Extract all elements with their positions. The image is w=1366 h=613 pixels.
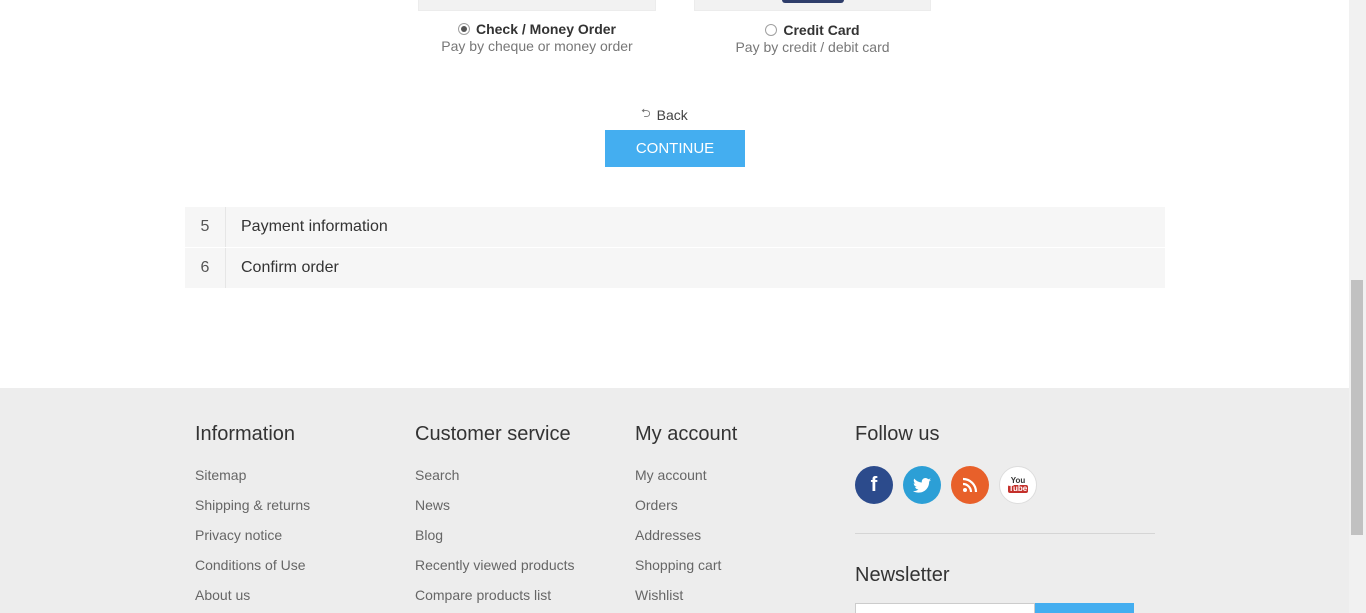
- payment-method-description: Pay by credit / debit card: [735, 39, 890, 55]
- footer-heading: Information: [195, 423, 296, 445]
- footer-link-compare-products[interactable]: Compare products list: [415, 587, 575, 603]
- footer-heading: Follow us: [855, 423, 940, 445]
- back-label: Back: [656, 106, 688, 123]
- continue-button[interactable]: CONTINUE: [605, 130, 745, 167]
- footer: Information Sitemap Shipping & returns P…: [0, 388, 1349, 613]
- footer-my-account: My account My account Orders Addresses S…: [635, 423, 737, 613]
- checkout-page: Check / Money Order Pay by cheque or mon…: [0, 0, 1349, 613]
- credit-card-radio[interactable]: [765, 24, 778, 36]
- payment-method-label: Check / Money Order: [475, 21, 617, 37]
- footer-link-news[interactable]: News: [415, 497, 575, 513]
- footer-link-shopping-cart[interactable]: Shopping cart: [635, 557, 737, 573]
- payment-method-cc-option[interactable]: Credit Card: [694, 22, 931, 38]
- facebook-icon[interactable]: f: [855, 466, 893, 504]
- social-links: f You Tube: [855, 466, 1155, 504]
- footer-customer-service: Customer service Search News Blog Recent…: [415, 423, 575, 613]
- footer-link-orders[interactable]: Orders: [635, 497, 737, 513]
- footer-link-my-account[interactable]: My account: [635, 467, 737, 483]
- footer-heading: Customer service: [415, 423, 571, 445]
- twitter-icon[interactable]: [903, 466, 941, 504]
- step-number: 5: [185, 207, 226, 247]
- footer-link-conditions-of-use[interactable]: Conditions of Use: [195, 557, 310, 573]
- footer-follow-us: Follow us f YouTube Newsletter SUBSCRIBE: [855, 423, 1155, 613]
- step-title: Payment information: [241, 218, 388, 235]
- rss-icon[interactable]: [951, 466, 989, 504]
- footer-link-search[interactable]: Search: [415, 467, 575, 483]
- newsletter-title: Newsletter: [855, 564, 950, 586]
- footer-information: Information Sitemap Shipping & returns P…: [195, 423, 310, 613]
- footer-link-addresses[interactable]: Addresses: [635, 527, 737, 543]
- footer-link-about-us[interactable]: About us: [195, 587, 310, 603]
- step-number: 6: [185, 248, 226, 288]
- subscribe-button[interactable]: SUBSCRIBE: [1035, 603, 1134, 613]
- footer-link-shipping-returns[interactable]: Shipping & returns: [195, 497, 310, 513]
- footer-link-sitemap[interactable]: Sitemap: [195, 467, 310, 483]
- payment-method-check-option[interactable]: Check / Money Order: [418, 21, 656, 37]
- payment-method-image: [418, 0, 656, 11]
- footer-link-recently-viewed[interactable]: Recently viewed products: [415, 557, 575, 573]
- scrollbar-thumb[interactable]: [1351, 280, 1363, 535]
- credit-card-image: [782, 0, 844, 3]
- newsletter-form: SUBSCRIBE: [855, 603, 1155, 613]
- checkout-step-confirm-order[interactable]: 6 Confirm order: [185, 248, 1165, 288]
- vertical-scrollbar[interactable]: [1349, 0, 1366, 613]
- checkout-step-payment-info[interactable]: 5 Payment information: [185, 207, 1165, 247]
- footer-link-privacy-notice[interactable]: Privacy notice: [195, 527, 310, 543]
- footer-link-blog[interactable]: Blog: [415, 527, 575, 543]
- footer-divider: [855, 533, 1155, 534]
- back-link[interactable]: ⮌ Back: [641, 104, 688, 125]
- check-radio[interactable]: [457, 23, 470, 35]
- footer-link-wishlist[interactable]: Wishlist: [635, 587, 737, 603]
- newsletter-email-input[interactable]: [855, 603, 1035, 613]
- footer-heading: My account: [635, 423, 738, 445]
- payment-method-description: Pay by cheque or money order: [441, 38, 633, 54]
- step-title: Confirm order: [241, 259, 339, 276]
- payment-method-label: Credit Card: [783, 22, 860, 38]
- back-arrow-icon: ⮌: [641, 106, 651, 120]
- youtube-icon[interactable]: You Tube: [999, 466, 1037, 504]
